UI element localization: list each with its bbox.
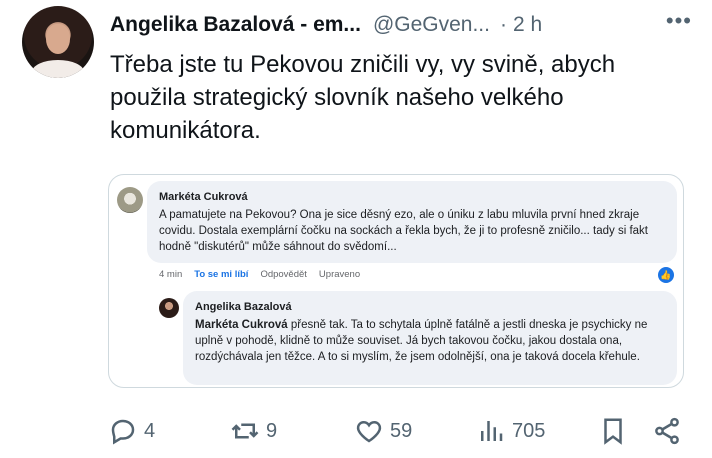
- share-button[interactable]: [652, 414, 682, 448]
- comment1-like-label: To se mi líbí: [194, 269, 249, 280]
- author-name[interactable]: Angelika Bazalová - em...: [110, 13, 361, 37]
- thumbs-up-icon: 👍: [658, 267, 674, 283]
- comment1-author: Markéta Cukrová: [159, 191, 248, 203]
- comment1-meta: 4 min To se mi líbí Odpovědět Upraveno: [159, 269, 360, 280]
- comment2-avatar: [159, 298, 179, 318]
- bookmark-icon: [604, 418, 622, 445]
- bookmark-button[interactable]: [598, 414, 628, 448]
- more-options-icon[interactable]: •••: [666, 8, 692, 34]
- comment1-text: A pamatujete na Pekovou? Ona je sice děs…: [159, 209, 648, 253]
- comment2-mention: Markéta Cukrová: [195, 319, 288, 331]
- comment1-edited-label: Upraveno: [318, 269, 361, 280]
- comment2-author: Angelika Bazalová: [195, 301, 292, 313]
- views-icon: [481, 421, 503, 441]
- reply-count: 4: [144, 419, 156, 442]
- like-icon: [356, 420, 382, 443]
- reply-button[interactable]: 4: [108, 414, 155, 448]
- views-count: 705: [512, 419, 546, 442]
- tweet-actions: 4 9 59 705: [108, 414, 688, 448]
- separator-dot: ·: [499, 13, 507, 36]
- author-handle[interactable]: @GeGven...: [373, 13, 490, 37]
- like-count: 59: [390, 419, 413, 442]
- like-button[interactable]: 59: [354, 414, 412, 448]
- avatar-shirt: [32, 60, 84, 78]
- views-button[interactable]: 705: [476, 414, 545, 448]
- author-avatar[interactable]: [22, 6, 94, 78]
- share-icon: [655, 417, 679, 445]
- comment1-bubble: Markéta Cukrová A pamatujete na Pekovou?…: [147, 181, 677, 263]
- tweet-text: Třeba jste tu Pekovou zničili vy, vy svi…: [110, 51, 616, 144]
- repost-count: 9: [266, 419, 278, 442]
- avatar-face: [46, 24, 70, 54]
- comment1-reply-label: Odpovědět: [260, 269, 307, 280]
- comment2-bubble: Angelika Bazalová Markéta Cukrová přesně…: [183, 291, 677, 385]
- tweet-header: Angelika Bazalová - em... @GeGven... · 2…: [110, 10, 692, 40]
- embedded-image[interactable]: Markéta Cukrová A pamatujete na Pekovou?…: [108, 174, 684, 388]
- tweet-time[interactable]: 2 h: [513, 13, 542, 37]
- comment1-time: 4 min: [159, 269, 183, 280]
- comment1-avatar: [117, 187, 143, 213]
- repost-icon: [231, 423, 259, 439]
- repost-button[interactable]: 9: [230, 414, 277, 448]
- reply-icon: [111, 419, 135, 445]
